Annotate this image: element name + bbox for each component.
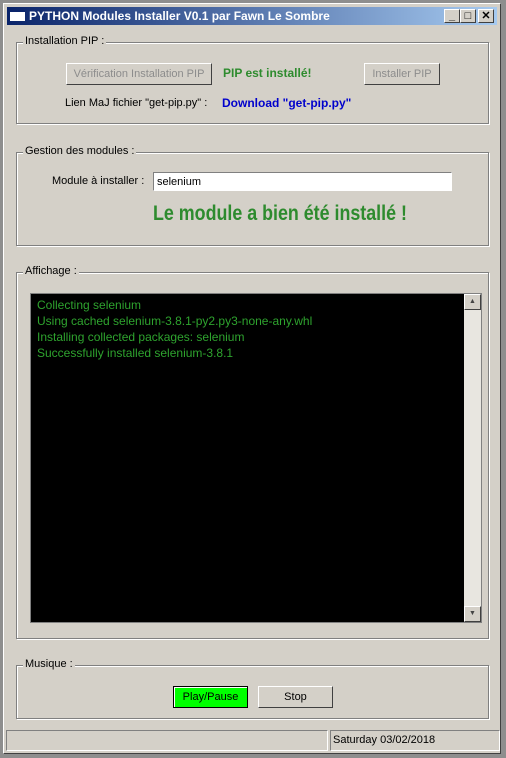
scroll-down-icon[interactable]: ▼: [464, 606, 481, 622]
modules-group: Gestion des modules :: [16, 145, 489, 246]
output-console[interactable]: Collecting selenium Using cached seleniu…: [30, 293, 482, 623]
play-pause-button[interactable]: Play/Pause: [173, 686, 248, 708]
maximize-button[interactable]: □: [460, 9, 476, 23]
install-result: Le module a bien été installé !: [153, 202, 407, 225]
music-group: Musique :: [16, 658, 489, 719]
module-input[interactable]: [153, 172, 452, 191]
modules-legend: Gestion des modules :: [23, 145, 137, 157]
app-icon: [10, 10, 25, 21]
module-input-label: Module à installer :: [52, 175, 145, 187]
download-link[interactable]: Download "get-pip.py": [222, 96, 351, 110]
music-legend: Musique :: [23, 658, 75, 670]
minimize-button[interactable]: _: [444, 9, 460, 23]
pip-legend: Installation PIP :: [23, 35, 107, 47]
vertical-scrollbar[interactable]: ▲ ▼: [464, 294, 481, 622]
pip-status: PIP est installé!: [223, 66, 312, 80]
install-pip-button[interactable]: Installer PIP: [364, 63, 440, 85]
output-line: Using cached selenium-3.8.1-py2.py3-none…: [37, 314, 313, 328]
link-label: Lien MaJ fichier "get-pip.py" :: [65, 97, 208, 109]
stop-button[interactable]: Stop: [258, 686, 333, 708]
output-line: Collecting selenium: [37, 298, 142, 312]
output-line: Installing collected packages: selenium: [37, 330, 245, 344]
output-line: Successfully installed selenium-3.8.1: [37, 346, 234, 360]
close-button[interactable]: ✕: [478, 9, 494, 23]
title-bar: PYTHON Modules Installer V0.1 par Fawn L…: [7, 7, 497, 25]
status-date: Saturday 03/02/2018: [330, 730, 500, 751]
display-legend: Affichage :: [23, 265, 79, 277]
status-left: [6, 730, 328, 751]
window-title: PYTHON Modules Installer V0.1 par Fawn L…: [29, 9, 330, 23]
scroll-up-icon[interactable]: ▲: [464, 294, 481, 310]
verify-pip-button[interactable]: Vérification Installation PIP: [66, 63, 212, 85]
